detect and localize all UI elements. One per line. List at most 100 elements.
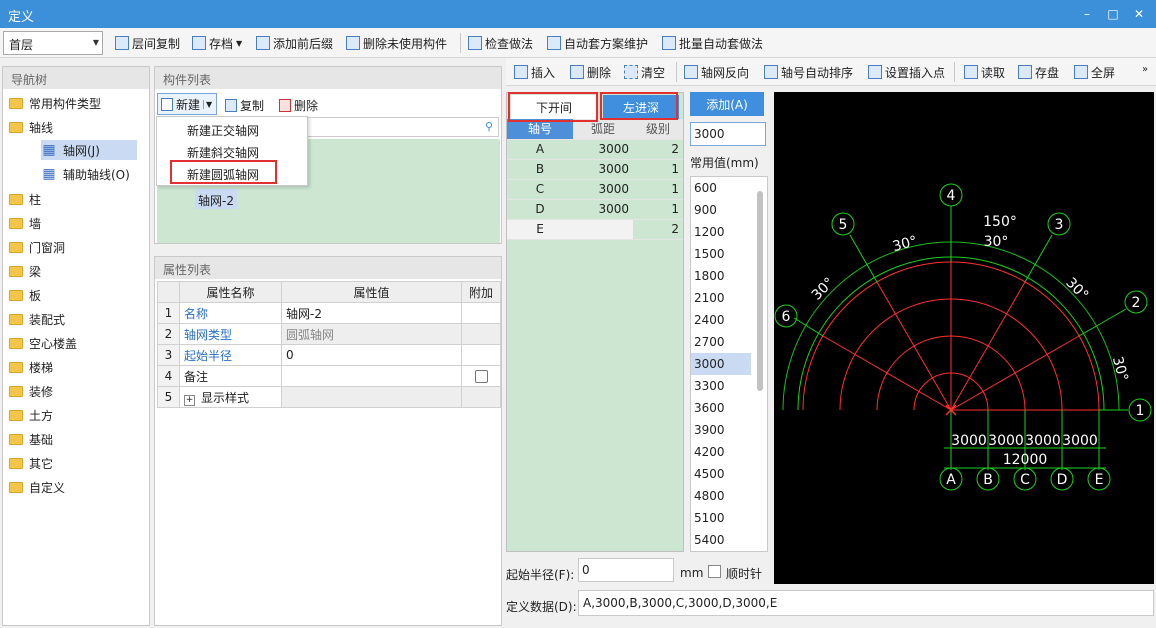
level-cell[interactable]: 2	[633, 219, 683, 240]
read-label: 读取	[981, 65, 1006, 80]
grid-preview-canvas[interactable]: 1 2 3 4 5 6 A B C D E 3000 3000 3000 300…	[774, 92, 1154, 584]
list-item[interactable]: 1800	[691, 265, 767, 287]
list-item[interactable]: 2700	[691, 331, 767, 353]
list-item[interactable]: 4800	[691, 485, 767, 507]
set-insert-point-button[interactable]: 设置插入点	[868, 63, 945, 81]
list-item[interactable]: 2100	[691, 287, 767, 309]
copy-button[interactable]: 复制	[225, 96, 264, 114]
level-cell[interactable]: 1	[633, 159, 683, 180]
fullscreen-button[interactable]: 全屏	[1074, 63, 1115, 81]
list-item[interactable]: 3600	[691, 397, 767, 419]
nav-item-grid[interactable]: ▦ 轴网(J)	[41, 140, 137, 160]
nav-item-custom[interactable]: 自定义	[9, 477, 65, 497]
nav-item-wall[interactable]: 墙	[9, 213, 41, 233]
read-button[interactable]: 读取	[964, 63, 1005, 81]
batch-auto-button[interactable]: 批量自动套做法	[662, 34, 763, 52]
menu-item-oblique-grid[interactable]: 新建斜交轴网	[187, 144, 259, 161]
value-input[interactable]: 3000	[690, 122, 766, 146]
more-icon[interactable]: »	[1142, 64, 1148, 75]
add-button[interactable]: 添加(A)	[690, 92, 764, 116]
start-radius-input[interactable]: 0	[578, 558, 674, 582]
table-row[interactable]: E 2	[507, 219, 683, 240]
nav-item-earth[interactable]: 土方	[9, 405, 53, 425]
list-item[interactable]: 5100	[691, 507, 767, 529]
list-item[interactable]: 900	[691, 199, 767, 221]
axis-cell[interactable]: E	[507, 219, 573, 240]
dist-cell[interactable]: 3000	[573, 199, 633, 220]
prop-value-note[interactable]	[281, 365, 462, 387]
new-button[interactable]: 新建 ▼	[157, 93, 217, 115]
nav-item-other[interactable]: 其它	[9, 453, 53, 473]
dist-cell[interactable]	[573, 219, 633, 240]
list-item[interactable]: 3900	[691, 419, 767, 441]
list-item[interactable]: 4500	[691, 463, 767, 485]
nav-item-aux-axis[interactable]: ▦ 辅助轴线(O)	[41, 164, 129, 184]
clockwise-checkbox[interactable]	[708, 565, 721, 578]
reverse-grid-button[interactable]: 轴网反向	[684, 63, 749, 81]
prop-name-display-style[interactable]: + 显示样式	[179, 386, 282, 408]
common-values-list[interactable]: 600 900 1200 1500 1800 2100 2400 2700 30…	[690, 176, 768, 552]
close-icon[interactable]: ✕	[1128, 4, 1150, 24]
axis-cell[interactable]: D	[507, 199, 573, 220]
add-prefix-suffix-button[interactable]: 添加前后缀	[256, 34, 333, 52]
nav-item-slab[interactable]: 板	[9, 285, 41, 305]
level-cell[interactable]: 1	[633, 179, 683, 200]
delete-button[interactable]: 删除	[279, 96, 318, 114]
prop-value-name[interactable]: 轴网-2	[281, 302, 462, 324]
list-item-selected[interactable]: 3000	[691, 353, 751, 375]
table-row[interactable]: B 3000 1	[507, 159, 683, 180]
define-data-input[interactable]: A,3000,B,3000,C,3000,D,3000,E	[578, 590, 1154, 616]
auto-sort-button[interactable]: 轴号自动排序	[764, 63, 853, 81]
auto-scheme-button[interactable]: 自动套方案维护	[547, 34, 648, 52]
table-row[interactable]: D 3000 1	[507, 199, 683, 220]
editor-delete-button[interactable]: 删除	[570, 63, 611, 81]
dist-cell[interactable]: 3000	[573, 139, 633, 160]
list-item[interactable]: 5400	[691, 529, 767, 551]
insert-button[interactable]: 插入	[514, 63, 555, 81]
prop-extra-checkbox[interactable]	[461, 365, 501, 387]
clear-button[interactable]: 清空	[624, 63, 665, 81]
nav-item-opening[interactable]: 门窗洞	[9, 237, 65, 257]
nav-item-beam[interactable]: 梁	[9, 261, 41, 281]
nav-item-foundation[interactable]: 基础	[9, 429, 53, 449]
archive-button[interactable]: 存档 ▼	[192, 34, 242, 52]
menu-item-orthogonal-grid[interactable]: 新建正交轴网	[187, 122, 259, 139]
list-item[interactable]: 4200	[691, 441, 767, 463]
nav-item-hollow[interactable]: 空心楼盖	[9, 333, 77, 353]
scrollbar[interactable]	[757, 191, 763, 391]
prop-name: 显示样式	[201, 390, 250, 405]
level-cell[interactable]: 1	[633, 199, 683, 220]
dist-cell[interactable]: 3000	[573, 159, 633, 180]
check-method-button[interactable]: 检查做法	[468, 34, 533, 52]
nav-item-axis[interactable]: 轴线	[9, 117, 53, 137]
list-item[interactable]: 2400	[691, 309, 767, 331]
table-row[interactable]: A 3000 2	[507, 139, 683, 160]
maximize-icon[interactable]: □	[1102, 4, 1124, 24]
save-button[interactable]: 存盘	[1018, 63, 1059, 81]
list-item[interactable]: 1500	[691, 243, 767, 265]
floor-copy-button[interactable]: 层间复制	[115, 34, 180, 52]
list-item[interactable]: 600	[691, 177, 767, 199]
folder-icon	[9, 265, 23, 277]
axis-cell[interactable]: C	[507, 179, 573, 200]
nav-item-common[interactable]: 常用构件类型	[9, 93, 101, 113]
component-item-grid-2[interactable]: 轴网-2	[195, 189, 237, 209]
axis-cell[interactable]: A	[507, 139, 573, 160]
delete-unused-button[interactable]: 删除未使用构件	[346, 34, 447, 52]
nav-item-stairs[interactable]: 楼梯	[9, 357, 53, 377]
list-item[interactable]: 1200	[691, 221, 767, 243]
nav-item-column[interactable]: 柱	[9, 189, 41, 209]
table-row[interactable]: C 3000 1	[507, 179, 683, 200]
search-input[interactable]: ⚲	[307, 117, 499, 137]
level-cell[interactable]: 2	[633, 139, 683, 160]
nav-item-prefab[interactable]: 装配式	[9, 309, 65, 329]
minimize-icon[interactable]: –	[1076, 4, 1098, 24]
expand-icon[interactable]: +	[184, 394, 195, 406]
list-item[interactable]: 3300	[691, 375, 767, 397]
dist-cell[interactable]: 3000	[573, 179, 633, 200]
prop-value-start-radius[interactable]: 0	[281, 344, 462, 366]
axis-cell[interactable]: B	[507, 159, 573, 180]
nav-item-decor[interactable]: 装修	[9, 381, 53, 401]
floor-select[interactable]: 首层 ▼	[3, 31, 103, 55]
chevron-down-icon[interactable]: ▼	[203, 99, 212, 109]
